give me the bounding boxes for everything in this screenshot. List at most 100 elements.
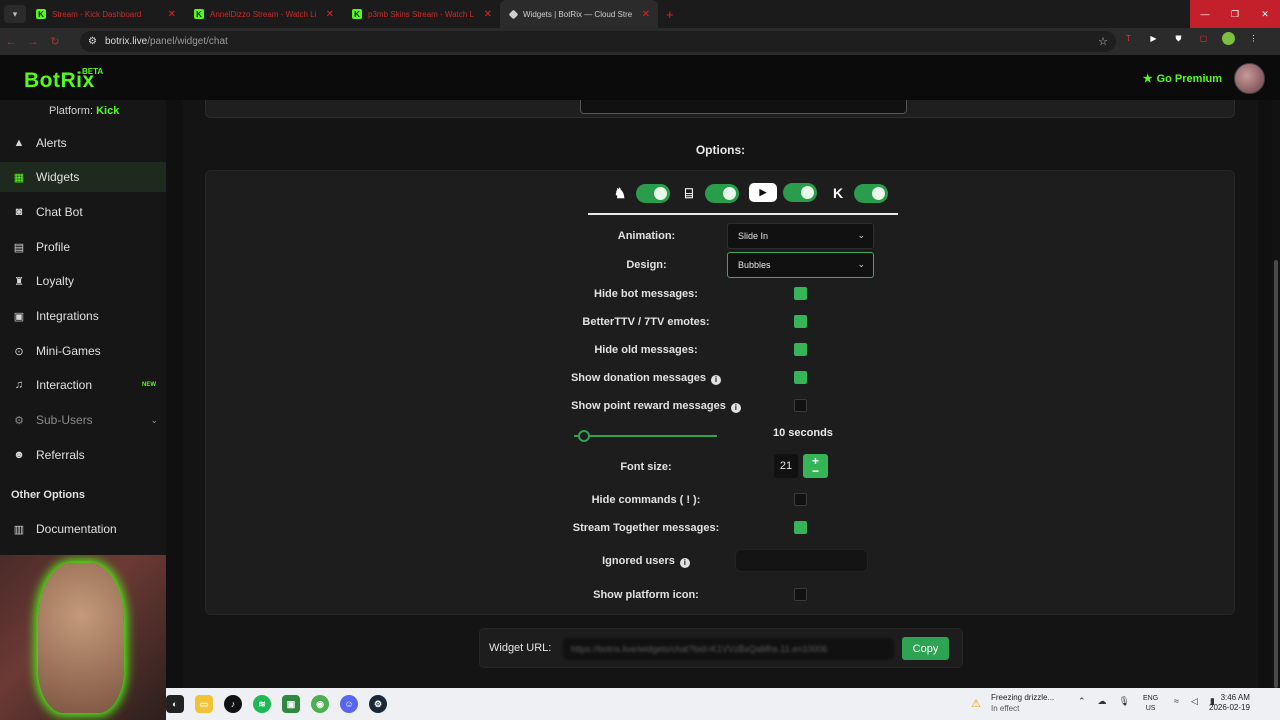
taskbar-app-icon[interactable]: ◐ — [166, 695, 184, 713]
profile-avatar-icon[interactable] — [1222, 32, 1235, 45]
music-icon: ♫ — [14, 379, 24, 391]
user-avatar[interactable] — [1234, 63, 1265, 94]
youtube-toggle[interactable] — [783, 183, 817, 202]
platform-icon-checkbox[interactable] — [794, 588, 807, 601]
file-explorer-icon[interactable]: ▭ — [195, 695, 213, 713]
chevron-up-icon[interactable]: ⌃ — [1078, 696, 1086, 707]
donation-row: Show donation messages i — [536, 372, 756, 385]
new-badge: NEW — [142, 382, 156, 388]
tab-close-icon[interactable]: ✕ — [168, 9, 176, 20]
animation-select[interactable]: Slide In ⌄ — [727, 223, 874, 249]
donation-checkbox[interactable] — [794, 371, 807, 384]
browser-tab[interactable]: K AnnelDizzo Stream - Watch Li ✕ — [184, 0, 342, 28]
browser-tab[interactable]: K Stream - Kick Dashboard ✕ — [26, 0, 184, 28]
new-tab-button[interactable]: + — [666, 7, 674, 22]
microphone-icon[interactable]: 🎙 — [1119, 696, 1130, 707]
browser-tab-active[interactable]: Widgets | BotRix — Cloud Stre ✕ — [500, 0, 658, 28]
wifi-icon[interactable]: ≈ — [1174, 696, 1179, 707]
scrollbar-thumb[interactable] — [1274, 260, 1278, 688]
widget-url-field[interactable]: https://botrix.live/widgets/chat?bid=K1V… — [563, 638, 894, 660]
hide-bot-checkbox[interactable] — [794, 287, 807, 300]
sidebar-item-widgets[interactable]: ▦ Widgets — [0, 162, 166, 192]
bttv-checkbox[interactable] — [794, 315, 807, 328]
sidebar-item-profile[interactable]: ▤ Profile — [0, 232, 166, 262]
stream-together-checkbox[interactable] — [794, 521, 807, 534]
info-icon[interactable]: i — [730, 402, 741, 413]
twitch-toggle[interactable] — [705, 183, 739, 203]
extension-play-icon[interactable]: ▶ — [1147, 32, 1160, 45]
browser-tab[interactable]: K p3mb Skins Stream - Watch L ✕ — [342, 0, 500, 28]
sidebar-item-sub-users[interactable]: ⚙ Sub-Users ⌄ — [0, 405, 166, 435]
kick-toggle[interactable] — [854, 183, 888, 203]
sidebar-item-loyalty[interactable]: ♜ Loyalty — [0, 266, 166, 296]
language-indicator[interactable]: ENG US — [1143, 694, 1158, 714]
tab-close-icon[interactable]: ✕ — [326, 9, 334, 20]
info-icon[interactable]: i — [711, 374, 722, 385]
webcam-overlay — [0, 555, 166, 720]
maximize-icon[interactable]: ❐ — [1220, 0, 1250, 28]
extension-shield-icon[interactable]: ⛊ — [1172, 32, 1185, 45]
warning-icon: ⚠ — [971, 698, 981, 710]
go-premium-button[interactable]: ★ Go Premium — [1143, 72, 1222, 86]
hide-old-duration-slider-track[interactable] — [574, 435, 717, 437]
design-select[interactable]: Bubbles ⌄ — [727, 252, 874, 278]
sidebar-item-alerts[interactable]: ▲ Alerts — [0, 128, 166, 158]
webcam-squirrel-image — [38, 563, 124, 713]
volume-icon[interactable]: ◁ — [1191, 696, 1198, 707]
extension-icons: T ▶ ⛊ ▢ ⋮ — [1122, 32, 1260, 45]
sidebar-item-referrals[interactable]: ☻ Referrals — [0, 440, 166, 470]
clock[interactable]: 3:46 AM 2026-02-19 — [1209, 693, 1250, 713]
font-size-stepper[interactable]: + − — [803, 454, 828, 478]
chevron-down-icon[interactable]: ⌄ — [150, 415, 158, 426]
hide-commands-checkbox[interactable] — [794, 493, 807, 506]
back-arrow-icon[interactable]: ← — [0, 36, 22, 48]
copy-button[interactable]: Copy — [902, 637, 949, 660]
extension-tp-icon[interactable]: T — [1122, 32, 1135, 45]
slider-handle[interactable] — [578, 430, 590, 442]
info-icon[interactable]: i — [679, 557, 690, 568]
sidebar-item-chat-bot[interactable]: ◙ Chat Bot — [0, 197, 166, 227]
close-window-icon[interactable]: ✕ — [1250, 0, 1280, 28]
cloud-icon[interactable]: ☁ — [1098, 696, 1107, 707]
minimize-icon[interactable]: — — [1190, 0, 1220, 28]
hide-old-checkbox[interactable] — [794, 343, 807, 356]
sidebar-item-interaction[interactable]: ♫ Interaction NEW — [0, 370, 166, 400]
page-scrollbar[interactable] — [1272, 100, 1280, 688]
gamepad-icon: ⊙ — [14, 345, 24, 358]
spotify-icon[interactable]: ≋ — [253, 695, 271, 713]
bookmark-star-icon[interactable]: ☆ — [1098, 35, 1108, 48]
trophy-icon: ♜ — [14, 275, 24, 288]
steam-icon[interactable]: ⚙ — [369, 695, 387, 713]
tiktok-icon[interactable]: ♪ — [224, 695, 242, 713]
beta-badge: BETA — [82, 67, 104, 76]
font-size-input[interactable]: 21 — [774, 454, 798, 478]
android-app-icon[interactable]: ▣ — [282, 695, 300, 713]
url-host: botrix.live — [104, 36, 148, 47]
sidebar-item-label: Chat Bot — [36, 205, 83, 219]
sidebar-item-integrations[interactable]: ▣ Integrations — [0, 301, 166, 331]
ignored-users-input[interactable] — [735, 549, 868, 572]
sidebar-item-documentation[interactable]: ▥ Documentation — [0, 514, 166, 544]
document-icon: ▥ — [13, 523, 25, 536]
tab-close-icon[interactable]: ✕ — [642, 9, 650, 20]
tab-title: Widgets | BotRix — Cloud Stre — [523, 9, 633, 19]
weather-widget[interactable]: ⚠ Freezing drizzle... In effect — [971, 692, 1054, 714]
tab-search-button[interactable]: ▾ — [4, 5, 26, 23]
chrome-icon[interactable]: ◉ — [311, 695, 329, 713]
extension-square-icon[interactable]: ▢ — [1197, 32, 1210, 45]
minus-icon[interactable]: − — [812, 465, 819, 477]
point-reward-checkbox[interactable] — [794, 399, 807, 412]
tab-close-icon[interactable]: ✕ — [484, 9, 492, 20]
sidebar-item-mini-games[interactable]: ⊙ Mini-Games — [0, 336, 166, 366]
widget-url-label: Widget URL: — [489, 642, 552, 654]
forward-arrow-icon[interactable]: → — [22, 36, 44, 48]
site-info-icon[interactable]: ⚙ — [88, 36, 97, 47]
system-tray: ⌃ ☁ 🎙 — [1078, 696, 1130, 707]
url-omnibox[interactable]: ⚙ botrix.live/panel/widget/chat ☆ — [80, 31, 1116, 52]
discord-icon[interactable]: ☺ — [340, 695, 358, 713]
id-card-icon: ▤ — [13, 241, 25, 254]
platform-value: Kick — [96, 105, 120, 117]
reload-icon[interactable]: ↻ — [44, 35, 66, 48]
browser-menu-icon[interactable]: ⋮ — [1247, 32, 1260, 45]
botrix-toggle[interactable] — [636, 183, 670, 203]
